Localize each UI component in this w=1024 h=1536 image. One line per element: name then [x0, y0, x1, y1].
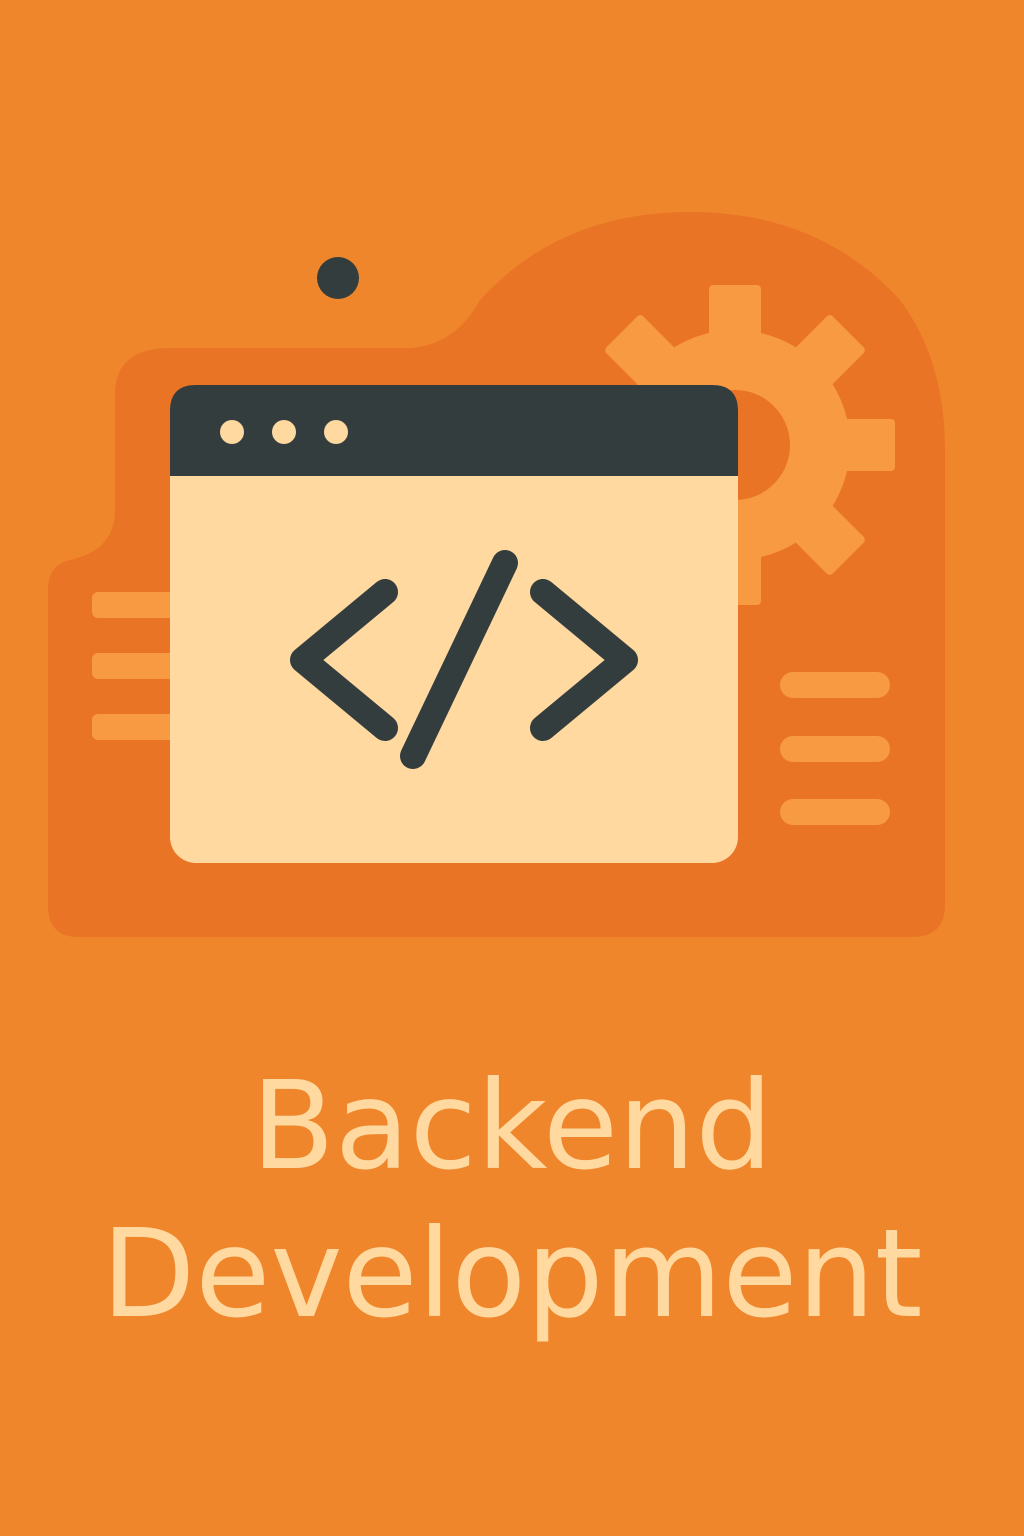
right-decor-lines — [780, 672, 890, 825]
window-title-bar — [170, 385, 738, 476]
window-dot-1 — [220, 420, 244, 444]
dot-icon — [317, 257, 359, 299]
backend-illustration — [48, 212, 945, 937]
page-title: Backend Development — [0, 1052, 1024, 1348]
title-line-1: Backend — [251, 1055, 773, 1197]
window-dot-3 — [324, 420, 348, 444]
window-dot-2 — [272, 420, 296, 444]
browser-window-icon — [170, 385, 738, 863]
title-line-2: Development — [101, 1203, 923, 1345]
